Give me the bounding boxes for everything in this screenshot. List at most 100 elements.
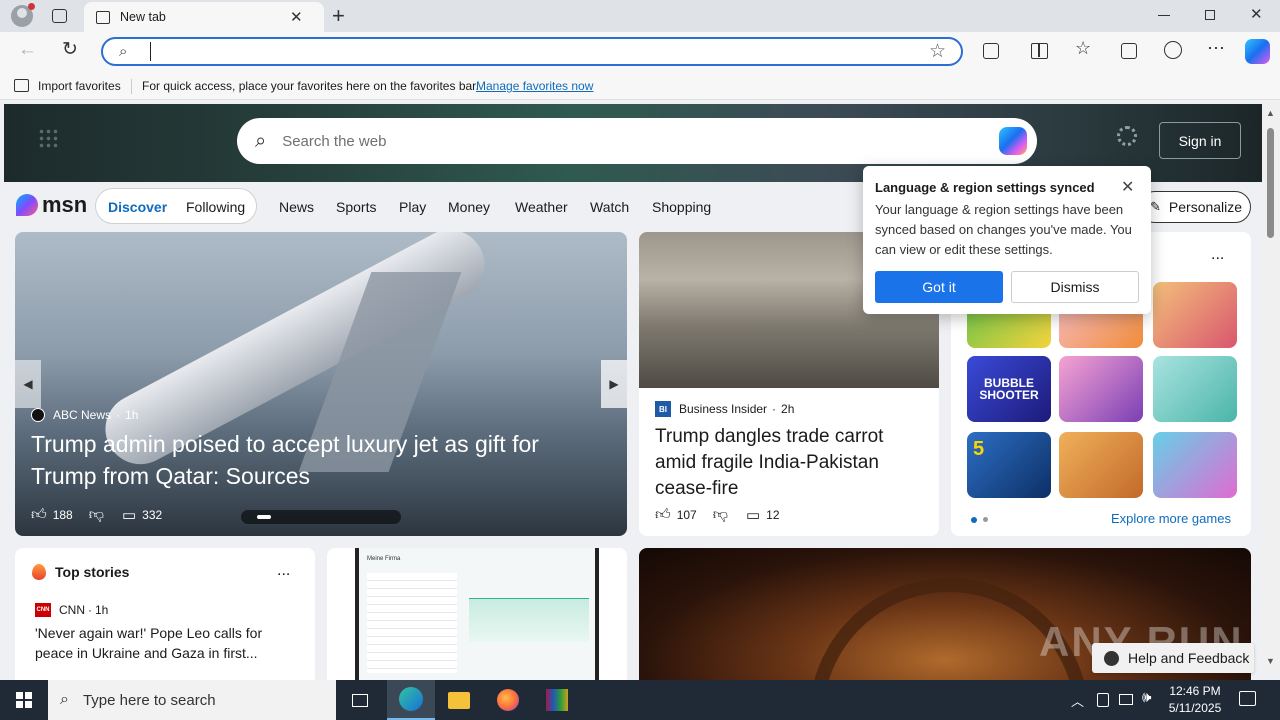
favorites-divider <box>131 79 132 94</box>
story2-reactions: 👍︎ 107 👎︎ ▭ 12 <box>655 506 780 524</box>
close-window-icon[interactable]: ✕ <box>1250 5 1263 23</box>
split-screen-icon[interactable] <box>1031 43 1048 59</box>
previous-slide-button[interactable]: ◀ <box>15 360 41 408</box>
hero-headline[interactable]: Trump admin poised to accept luxury jet … <box>31 428 601 492</box>
import-favorites-button[interactable]: Import favorites <box>38 79 121 93</box>
extensions-icon[interactable] <box>983 43 999 59</box>
dislike-icon[interactable]: 👎︎ <box>713 506 728 524</box>
hero-age: 1h <box>125 408 139 422</box>
manage-favorites-link[interactable]: Manage favorites now <box>476 79 593 93</box>
taskbar-search-box[interactable]: ⌕ Type here to search <box>48 680 336 720</box>
hero-source: ABC News · 1h <box>31 408 138 422</box>
tab-new-tab[interactable]: New tab ✕ <box>84 2 324 32</box>
got-it-button[interactable]: Got it <box>875 271 1003 303</box>
game-tile-doctor[interactable] <box>1153 356 1237 422</box>
nav-play[interactable]: Play <box>399 199 426 215</box>
game-tile-fish[interactable]: 5 <box>967 432 1051 498</box>
apps-grid-icon[interactable] <box>38 128 58 148</box>
story2-likes: 107 <box>676 508 697 522</box>
story2-headline[interactable]: Trump dangles trade carrot amid fragile … <box>655 424 925 502</box>
nav-news[interactable]: News <box>279 199 314 215</box>
nav-watch[interactable]: Watch <box>590 199 629 215</box>
nav-shopping[interactable]: Shopping <box>652 199 711 215</box>
taskbar-search-placeholder: Type here to search <box>82 691 216 709</box>
game-tile-feet[interactable] <box>1153 432 1237 498</box>
hero-story-card[interactable]: ◀ ▶ ABC News · 1h Trump admin poised to … <box>15 232 627 536</box>
import-icon <box>14 79 29 92</box>
nav-money[interactable]: Money <box>448 199 490 215</box>
hero-likes: 188 <box>52 508 73 522</box>
game-tile-bubble-shooter[interactable]: BUBBLE SHOOTER <box>967 356 1051 422</box>
profile-icon[interactable] <box>11 3 35 27</box>
address-bar[interactable]: ⌕ ☆ <box>101 37 963 66</box>
address-input[interactable] <box>150 42 151 61</box>
favorites-bar: Import favorites For quick access, place… <box>0 72 1280 100</box>
like-icon[interactable]: 👍︎ <box>31 506 47 524</box>
tray-chevron-icon[interactable]: ︿ <box>1071 691 1084 710</box>
game-tile-kids[interactable] <box>1059 432 1143 498</box>
like-icon[interactable]: 👍︎ <box>655 506 671 524</box>
sign-in-button[interactable]: Sign in <box>1159 122 1241 159</box>
edge-taskbar-button[interactable] <box>387 680 435 720</box>
tab-actions-icon[interactable] <box>52 9 67 23</box>
new-tab-button[interactable]: + <box>332 3 345 29</box>
firefox-button[interactable] <box>484 680 532 720</box>
restore-icon[interactable] <box>1205 10 1215 20</box>
web-search-box[interactable]: ⌕ Search the web <box>237 118 1037 164</box>
top-story-headline[interactable]: 'Never again war!' Pope Leo calls for pe… <box>35 623 295 663</box>
top-stories-more-button[interactable]: ... <box>277 562 290 580</box>
dislike-icon[interactable]: 👎︎ <box>89 506 104 524</box>
nav-weather[interactable]: Weather <box>515 199 568 215</box>
explore-more-games-link[interactable]: Explore more games <box>1111 511 1231 526</box>
clock[interactable]: 12:46 PM 5/11/2025 <box>1166 683 1224 717</box>
copilot-icon[interactable] <box>1245 39 1270 64</box>
game-tile-makeup[interactable] <box>1059 356 1143 422</box>
story2-source: BI Business Insider · 2h <box>655 401 794 417</box>
help-feedback-label: Help and Feedback <box>1128 650 1250 666</box>
start-button[interactable] <box>0 680 48 720</box>
network-icon[interactable] <box>1119 694 1133 705</box>
task-view-button[interactable] <box>336 680 384 720</box>
scrollbar-thumb[interactable] <box>1267 128 1274 238</box>
favorites-icon[interactable]: ☆ <box>1075 38 1091 59</box>
tab-title: New tab <box>120 10 166 24</box>
file-explorer-button[interactable] <box>435 680 483 720</box>
carousel-dots[interactable] <box>241 510 401 524</box>
feedback-icon <box>1104 650 1119 666</box>
comment-icon[interactable]: ▭ <box>122 506 136 524</box>
comment-icon[interactable]: ▭ <box>746 506 760 524</box>
back-icon[interactable]: ← <box>18 39 37 61</box>
scroll-down-icon[interactable]: ▼ <box>1266 656 1275 666</box>
refresh-icon[interactable]: ↻ <box>62 38 78 61</box>
next-slide-button[interactable]: ▶ <box>601 360 627 408</box>
personalize-button[interactable]: ✎ Personalize <box>1139 191 1251 223</box>
tray-app-icon[interactable] <box>1097 693 1109 707</box>
winrar-button[interactable] <box>533 680 581 720</box>
promo-card[interactable]: Meine Firma <box>327 548 627 680</box>
folder-icon <box>448 691 470 709</box>
tab-following[interactable]: Following <box>186 199 245 215</box>
nav-sports[interactable]: Sports <box>336 199 376 215</box>
more-menu-icon[interactable]: ⋯ <box>1207 38 1225 59</box>
performance-icon[interactable] <box>1164 41 1182 59</box>
copilot-icon[interactable] <box>999 127 1027 155</box>
game-tile-3[interactable] <box>1153 282 1237 348</box>
volume-icon[interactable]: 🕪︎ <box>1142 689 1151 706</box>
msn-logo[interactable]: msn <box>16 192 87 218</box>
help-feedback-button[interactable]: Help and Feedback <box>1092 643 1254 673</box>
dismiss-button[interactable]: Dismiss <box>1011 271 1139 303</box>
add-favorite-star-icon[interactable]: ☆ <box>929 40 946 63</box>
games-pager-dot[interactable] <box>983 517 988 522</box>
games-pager-dot-active[interactable] <box>971 517 977 523</box>
tab-discover[interactable]: Discover <box>108 199 167 215</box>
settings-gear-icon[interactable] <box>1117 126 1137 146</box>
collections-icon[interactable] <box>1121 43 1137 59</box>
minimize-icon[interactable] <box>1158 15 1170 16</box>
games-more-button[interactable]: ... <box>1211 246 1224 264</box>
popup-close-icon[interactable]: ✕ <box>1121 177 1134 197</box>
page-scrollbar[interactable]: ▲ ▼ <box>1262 100 1280 672</box>
hero-source-name: ABC News <box>53 408 112 422</box>
scroll-up-icon[interactable]: ▲ <box>1266 108 1275 118</box>
close-tab-icon[interactable]: ✕ <box>290 8 303 26</box>
notifications-icon[interactable] <box>1239 691 1256 706</box>
